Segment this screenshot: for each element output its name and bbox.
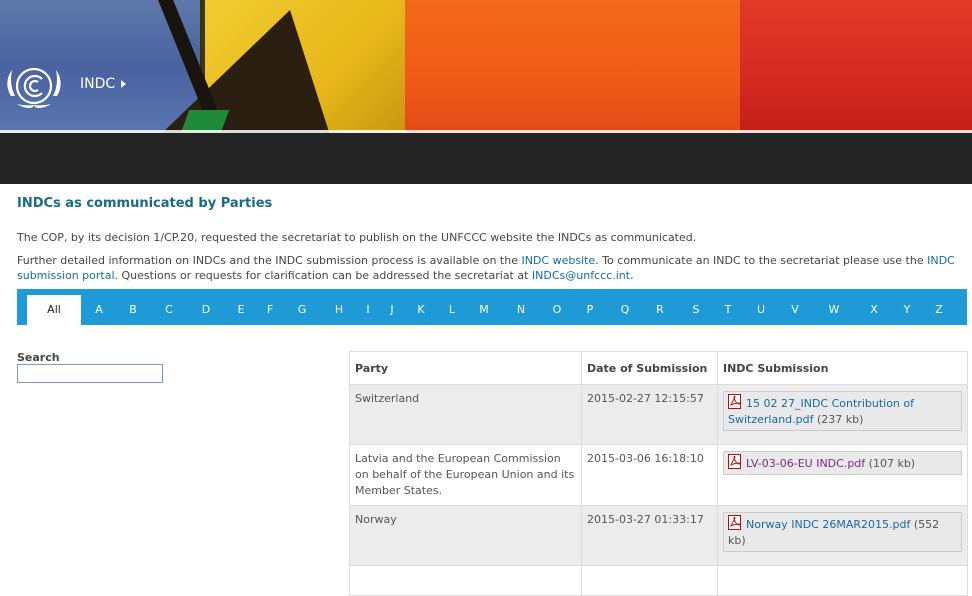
date-cell: [581, 565, 718, 596]
info-text-2: . To communicate an INDC to the secretar…: [595, 254, 928, 267]
date-cell: 2015-02-27 12:15:57: [581, 384, 718, 445]
pdf-icon: [728, 394, 741, 409]
table-header-row: Party Date of Submission INDC Submission: [349, 351, 968, 385]
tab-letter-p[interactable]: P: [580, 295, 600, 325]
navigation-bar: [0, 133, 972, 184]
tab-letter-k[interactable]: K: [411, 295, 431, 325]
tab-letter-m[interactable]: M: [474, 295, 494, 325]
party-cell: [349, 565, 582, 596]
party-cell: Switzerland: [349, 384, 582, 445]
tab-letter-u[interactable]: U: [751, 295, 771, 325]
file-size: (237 kb): [817, 413, 864, 426]
tab-letter-n[interactable]: N: [511, 295, 531, 325]
tab-letter-v[interactable]: V: [785, 295, 805, 325]
submission-cell: LV-03-06-EU INDC.pdf (107 kb): [717, 444, 968, 506]
tab-letter-e[interactable]: E: [231, 295, 251, 325]
party-cell: Norway: [349, 505, 582, 566]
date-cell: 2015-03-06 16:18:10: [581, 444, 718, 506]
column-header-party[interactable]: Party: [349, 351, 582, 385]
file-box: 15 02 27_INDC Contribution of Switzerlan…: [723, 391, 962, 431]
banner-red-flag: [740, 0, 972, 133]
caret-right-icon: [121, 80, 127, 88]
date-cell: 2015-03-27 01:33:17: [581, 505, 718, 566]
tab-letter-h[interactable]: H: [329, 295, 349, 325]
indc-website-link[interactable]: INDC website: [521, 254, 595, 267]
page-title: INDCs as communicated by Parties: [17, 196, 273, 211]
table-row: Switzerland 2015-02-27 12:15:57 15 02 27…: [349, 384, 968, 445]
submission-cell: [717, 565, 968, 596]
search-input[interactable]: [17, 364, 163, 383]
table-row: Norway 2015-03-27 01:33:17 Norway INDC 2…: [349, 505, 968, 566]
file-box: Norway INDC 26MAR2015.pdf (552 kb): [723, 512, 962, 552]
tab-all[interactable]: All: [27, 295, 81, 325]
tab-letter-q[interactable]: Q: [615, 295, 635, 325]
unfccc-logo-icon[interactable]: [3, 58, 69, 114]
tab-letter-o[interactable]: O: [547, 295, 567, 325]
column-header-submission[interactable]: INDC Submission: [717, 351, 968, 385]
tab-letter-f[interactable]: F: [260, 295, 280, 325]
tab-letter-y[interactable]: Y: [897, 295, 917, 325]
brand-label: INDC: [80, 76, 116, 92]
tab-letter-a[interactable]: A: [89, 295, 109, 325]
tab-letter-x[interactable]: X: [864, 295, 884, 325]
tab-letter-d[interactable]: D: [196, 295, 216, 325]
tab-letter-w[interactable]: W: [824, 295, 844, 325]
indc-table: Party Date of Submission INDC Submission…: [349, 351, 968, 596]
submission-cell: Norway INDC 26MAR2015.pdf (552 kb): [717, 505, 968, 566]
pdf-link[interactable]: LV-03-06-EU INDC.pdf: [746, 457, 865, 470]
column-header-date[interactable]: Date of Submission: [581, 351, 718, 385]
info-text-1: Further detailed information on INDCs an…: [17, 254, 522, 267]
info-paragraph: Further detailed information on INDCs an…: [17, 253, 972, 283]
file-size: (107 kb): [868, 457, 916, 470]
table-row: Latvia and the European Commission on be…: [349, 444, 968, 506]
alphabet-filter-bar: All A B C D E F G H I J K L M N O P Q R S T U V W X Y Z: [17, 289, 967, 325]
pdf-icon: [728, 515, 741, 530]
tab-letter-b[interactable]: B: [123, 295, 143, 325]
banner-orange-flag: [405, 0, 740, 133]
file-box: LV-03-06-EU INDC.pdf (107 kb): [723, 451, 962, 475]
tab-letter-t[interactable]: T: [718, 295, 738, 325]
tab-letter-i[interactable]: I: [358, 295, 378, 325]
banner-dark-wedge: [160, 10, 330, 133]
brand-link[interactable]: INDC: [80, 76, 127, 92]
tab-letter-r[interactable]: R: [650, 295, 670, 325]
table-row: [349, 565, 968, 596]
tab-letter-z[interactable]: Z: [929, 295, 949, 325]
tab-letter-j[interactable]: J: [382, 295, 402, 325]
info-text-3: . Questions or requests for clarificatio…: [114, 269, 532, 282]
tab-letter-s[interactable]: S: [686, 295, 706, 325]
tab-letter-c[interactable]: C: [159, 295, 179, 325]
party-cell: Latvia and the European Commission on be…: [349, 444, 582, 506]
submission-cell: 15 02 27_INDC Contribution of Switzerlan…: [717, 384, 968, 445]
search-label: Search: [17, 351, 60, 364]
email-link[interactable]: INDCs@unfccc.int: [532, 269, 630, 282]
intro-paragraph: The COP, by its decision 1/CP.20, reques…: [17, 231, 697, 244]
header-banner: INDC: [0, 0, 972, 133]
info-text-4: .: [630, 269, 634, 282]
pdf-link[interactable]: Norway INDC 26MAR2015.pdf: [746, 518, 910, 531]
tab-letter-g[interactable]: G: [292, 295, 312, 325]
tab-letter-l[interactable]: L: [442, 295, 462, 325]
pdf-icon: [728, 454, 741, 469]
